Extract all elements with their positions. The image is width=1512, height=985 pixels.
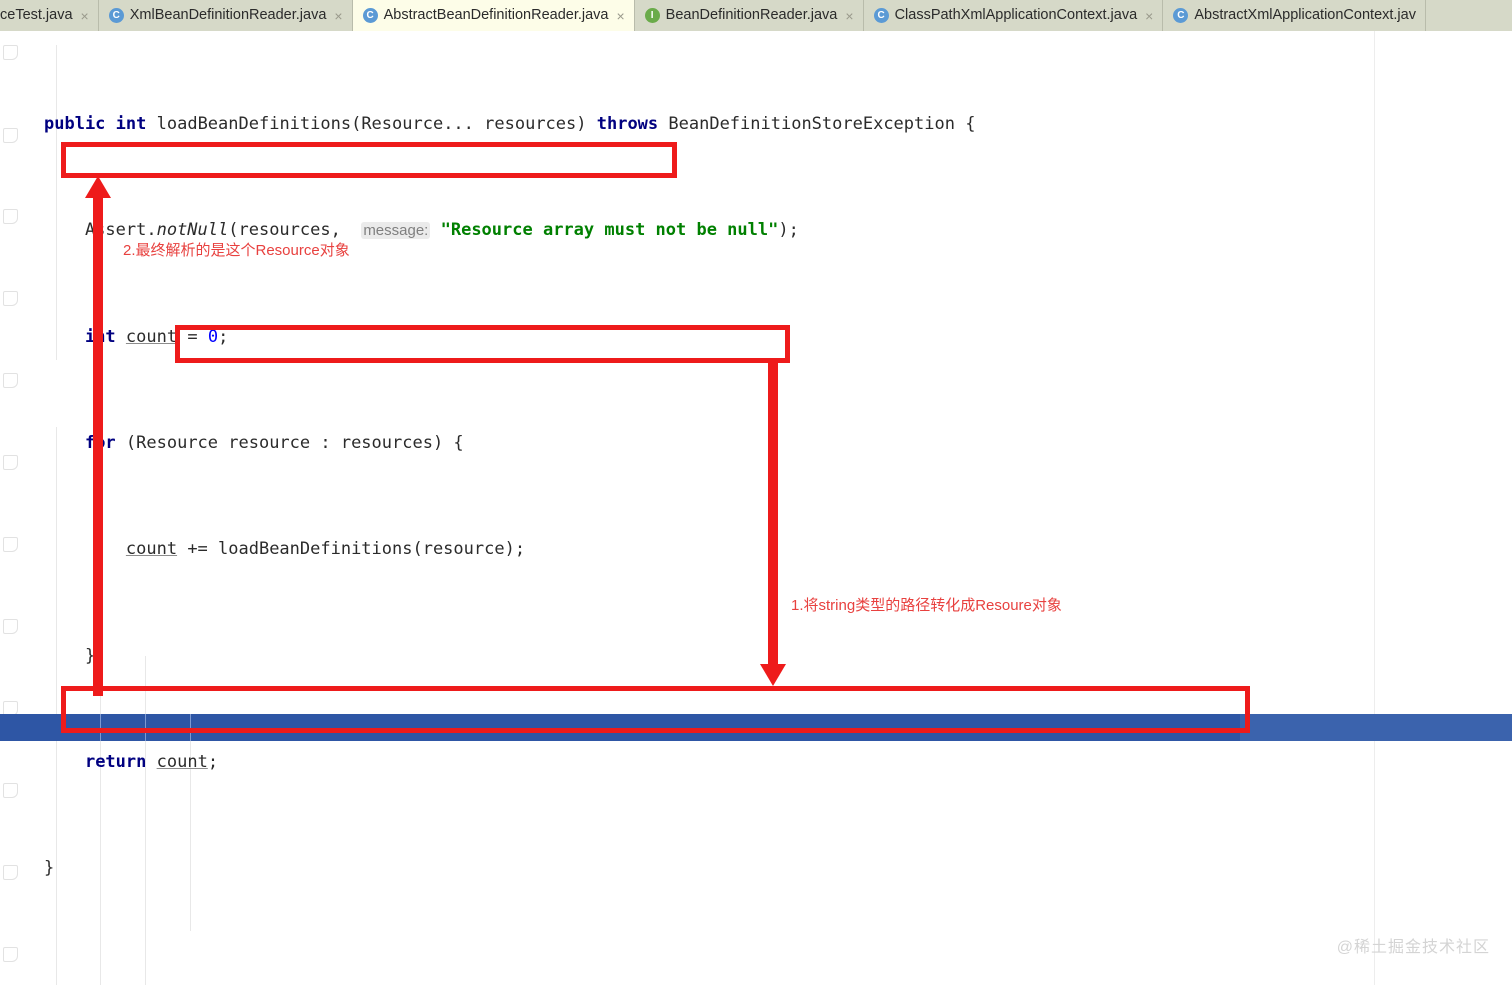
- tab-XmlBeanDefinitionReader[interactable]: C XmlBeanDefinitionReader.java ×: [98, 0, 353, 31]
- site-watermark: @稀土掘金技术社区: [1336, 939, 1490, 956]
- gutter-fold-icon[interactable]: [3, 128, 18, 143]
- java-class-icon: C: [873, 8, 889, 23]
- gutter-fold-icon[interactable]: [3, 783, 18, 798]
- tab-AbstractBeanDefinitionReader[interactable]: C AbstractBeanDefinitionReader.java ×: [352, 0, 635, 31]
- code-line[interactable]: return count;: [44, 749, 1512, 776]
- tab-ClassPathXmlApplicationContext[interactable]: C ClassPathXmlApplicationContext.java ×: [863, 0, 1164, 31]
- tab-label: XmlBeanDefinitionReader.java: [129, 7, 327, 24]
- editor-tab-bar[interactable]: ceTest.java × C XmlBeanDefinitionReader.…: [0, 0, 1512, 32]
- tab-label: AbstractBeanDefinitionReader.java: [383, 7, 609, 24]
- code-editor[interactable]: public int loadBeanDefinitions(Resource.…: [0, 31, 1512, 985]
- tab-ceTest[interactable]: ceTest.java ×: [0, 0, 99, 31]
- gutter-fold-icon[interactable]: [3, 455, 18, 470]
- tab-close-icon[interactable]: ×: [334, 9, 342, 23]
- java-class-icon: C: [108, 8, 124, 23]
- param-hint-message: message:: [361, 222, 431, 240]
- tab-close-icon[interactable]: ×: [845, 9, 853, 23]
- gutter-fold-icon[interactable]: [3, 619, 18, 634]
- gutter-fold-icon[interactable]: [3, 45, 18, 60]
- editor-gutter[interactable]: [0, 31, 44, 985]
- java-class-icon: C: [362, 8, 378, 23]
- java-class-icon: C: [1173, 8, 1189, 23]
- tab-label: ClassPathXmlApplicationContext.java: [894, 7, 1138, 24]
- gutter-fold-icon[interactable]: [3, 537, 18, 552]
- code-line[interactable]: for (Resource resource : resources) {: [44, 430, 1512, 457]
- gutter-fold-icon[interactable]: [3, 865, 18, 880]
- code-line[interactable]: int count = 0;: [44, 324, 1512, 351]
- code-content[interactable]: public int loadBeanDefinitions(Resource.…: [44, 31, 1512, 985]
- code-line[interactable]: count += loadBeanDefinitions(resource);: [44, 536, 1512, 563]
- code-line[interactable]: Assert.notNull(resources, message: "Reso…: [44, 217, 1512, 244]
- java-interface-icon: I: [644, 8, 660, 23]
- tab-AbstractXmlApplicationContext[interactable]: C AbstractXmlApplicationContext.jav: [1163, 0, 1426, 31]
- gutter-fold-icon[interactable]: [3, 291, 18, 306]
- tab-close-icon[interactable]: ×: [616, 9, 624, 23]
- tab-close-icon[interactable]: ×: [81, 9, 89, 23]
- tab-label: AbstractXmlApplicationContext.jav: [1194, 7, 1416, 24]
- code-line[interactable]: }: [44, 855, 1512, 882]
- tab-close-icon[interactable]: ×: [1145, 9, 1153, 23]
- code-line[interactable]: public int loadBeanDefinitions(Resource.…: [44, 111, 1512, 138]
- gutter-fold-icon[interactable]: [3, 947, 18, 962]
- tab-BeanDefinitionReader[interactable]: I BeanDefinitionReader.java ×: [634, 0, 864, 31]
- code-line[interactable]: }: [44, 643, 1512, 670]
- gutter-fold-icon[interactable]: [3, 373, 18, 388]
- tab-label: BeanDefinitionReader.java: [665, 7, 838, 24]
- gutter-fold-icon[interactable]: [3, 209, 18, 224]
- tab-label: ceTest.java: [0, 7, 73, 24]
- code-line[interactable]: [44, 962, 1512, 985]
